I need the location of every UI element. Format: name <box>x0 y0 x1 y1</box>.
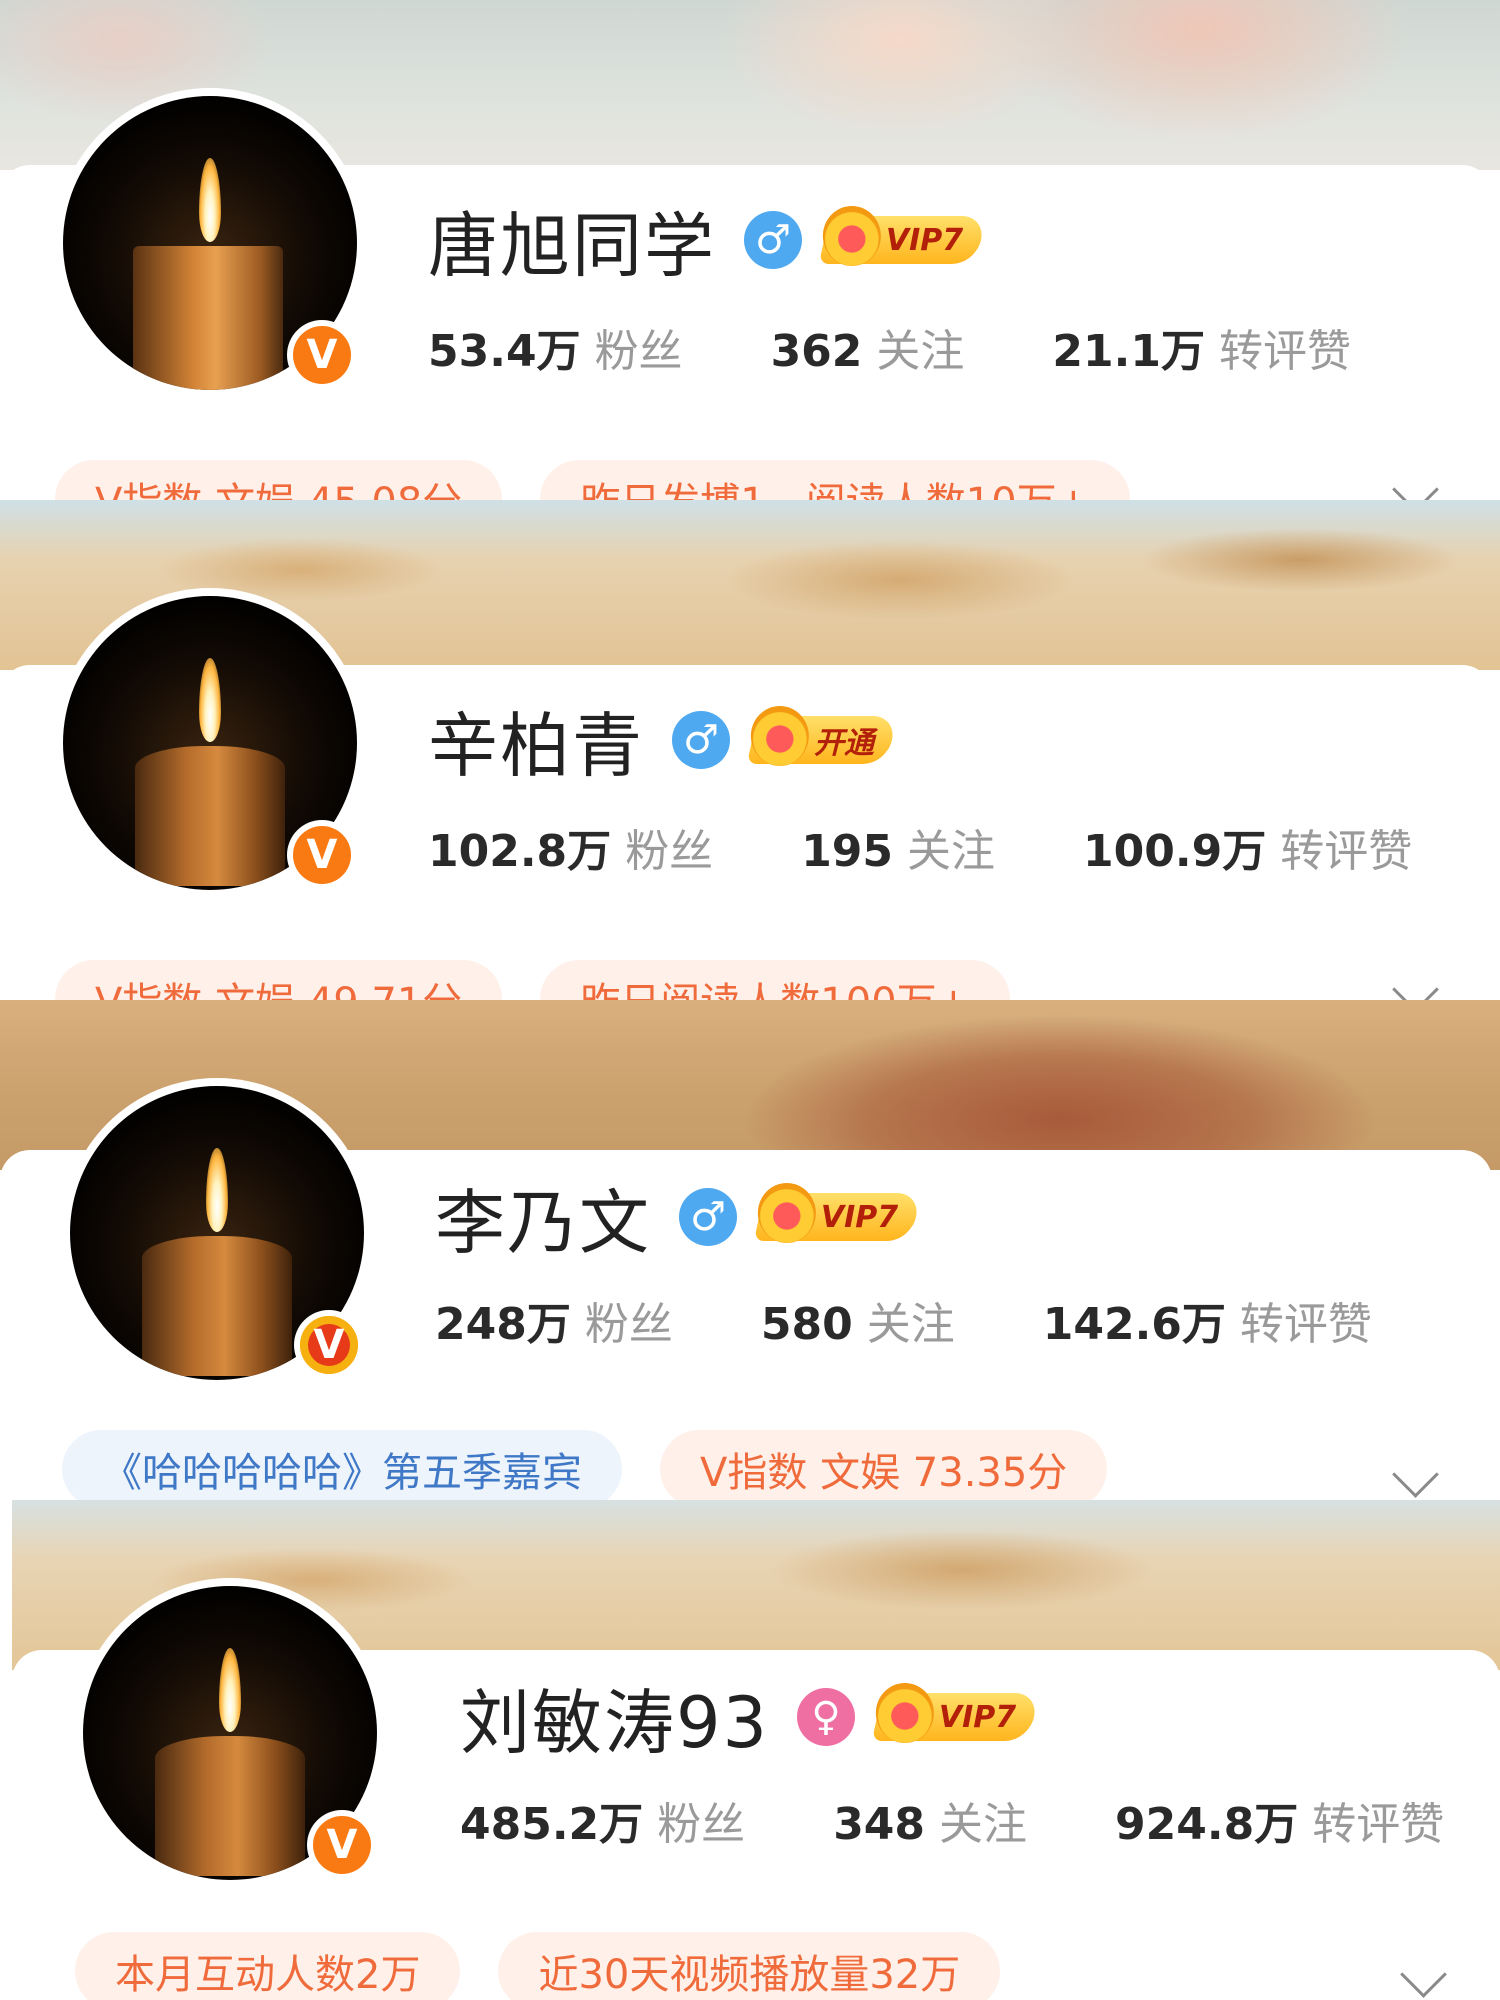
avatar[interactable]: V <box>62 1078 372 1388</box>
profile-name[interactable]: 刘敏涛93 <box>460 1667 769 1768</box>
following-label: 关注 <box>907 826 996 877</box>
chip-v-index[interactable]: V指数 文娱 49.71分 <box>55 960 503 1000</box>
chevron-down-icon[interactable] <box>1392 466 1439 500</box>
chevron-down-icon[interactable] <box>1392 966 1439 1000</box>
interactions-stat[interactable]: 21.1万 转评赞 <box>1052 315 1351 379</box>
profile-name[interactable]: 李乃文 <box>435 1167 651 1268</box>
avatar[interactable]: V <box>55 88 365 398</box>
name-row: 辛柏青 ♂ 开通 <box>428 695 898 787</box>
fans-label: 粉丝 <box>657 1799 746 1850</box>
profile-chips: V指数 文娱 45.08分 昨日发博1，阅读人数10万+ <box>55 460 1131 500</box>
chip-interaction[interactable]: 本月互动人数2万 <box>75 1932 461 2000</box>
profile-name[interactable]: 唐旭同学 <box>428 190 716 291</box>
vip-badge[interactable]: VIP7 <box>818 206 987 266</box>
chevron-down-icon[interactable] <box>1400 1951 1447 1998</box>
fans-count: 485.2万 <box>460 1799 644 1850</box>
fans-count: 102.8万 <box>428 826 612 877</box>
following-stat[interactable]: 580 关注 <box>761 1288 955 1352</box>
interactions-label: 转评赞 <box>1312 1799 1445 1850</box>
fans-stat[interactable]: 102.8万 粉丝 <box>428 815 713 879</box>
interactions-stat[interactable]: 142.6万 转评赞 <box>1043 1288 1372 1352</box>
fans-count: 248万 <box>435 1299 571 1350</box>
following-count: 580 <box>760 1299 853 1350</box>
following-stat[interactable]: 195 关注 <box>801 815 995 879</box>
fans-count: 53.4万 <box>428 326 581 377</box>
crown-icon <box>822 206 881 266</box>
chip-activity[interactable]: 昨日阅读人数100万+ <box>540 960 1011 1000</box>
verified-v-icon: V <box>287 820 357 890</box>
fans-stat[interactable]: 248万 粉丝 <box>435 1288 673 1352</box>
avatar[interactable]: V <box>75 1578 385 1888</box>
profile-card-4: 刘敏涛93 ♀ VIP7 485.2万 粉丝 348 关注 924.8万 转评赞 本月… <box>0 1500 1500 2000</box>
profile-card-3: 李乃文 ♂ VIP7 248万 粉丝 580 关注 142.6万 转评赞 《哈哈哈哈哈… <box>0 1000 1500 1500</box>
chip-video-views[interactable]: 近30天视频播放量32万 <box>498 1932 1001 2000</box>
chip-show-guest[interactable]: 《哈哈哈哈哈》第五季嘉宾 <box>62 1430 622 1500</box>
following-label: 关注 <box>866 1299 955 1350</box>
interactions-count: 924.8万 <box>1115 1799 1299 1850</box>
male-icon: ♂ <box>672 711 730 769</box>
chevron-down-icon[interactable] <box>1392 1451 1439 1498</box>
name-row: 李乃文 ♂ VIP7 <box>435 1172 922 1264</box>
fans-label: 粉丝 <box>625 826 714 877</box>
verified-v-icon: V <box>287 320 357 390</box>
interactions-label: 转评赞 <box>1218 326 1351 377</box>
profile-name[interactable]: 辛柏青 <box>428 690 644 791</box>
fans-stat[interactable]: 485.2万 粉丝 <box>460 1788 745 1852</box>
following-count: 195 <box>801 826 894 877</box>
following-stat[interactable]: 348 关注 <box>833 1788 1027 1852</box>
chip-v-index[interactable]: V指数 文娱 45.08分 <box>55 460 503 500</box>
vip-open-badge[interactable]: 开通 <box>746 706 898 766</box>
vip-badge[interactable]: VIP7 <box>871 1683 1040 1743</box>
fans-stat[interactable]: 53.4万 粉丝 <box>428 315 683 379</box>
profile-stats: 102.8万 粉丝 195 关注 100.9万 转评赞 <box>428 815 1412 877</box>
profile-chips: V指数 文娱 49.71分 昨日阅读人数100万+ <box>55 960 1011 1000</box>
name-row: 刘敏涛93 ♀ VIP7 <box>460 1672 1040 1764</box>
male-icon: ♂ <box>679 1188 737 1246</box>
profile-chips: 本月互动人数2万 近30天视频播放量32万 <box>75 1932 1001 2000</box>
profile-stats: 53.4万 粉丝 362 关注 21.1万 转评赞 <box>428 315 1351 377</box>
fans-label: 粉丝 <box>594 326 683 377</box>
interactions-count: 21.1万 <box>1052 326 1205 377</box>
interactions-label: 转评赞 <box>1280 826 1413 877</box>
fans-label: 粉丝 <box>584 1299 673 1350</box>
name-row: 唐旭同学 ♂ VIP7 <box>428 195 987 287</box>
following-label: 关注 <box>876 326 965 377</box>
female-icon: ♀ <box>797 1688 856 1746</box>
profile-stats: 248万 粉丝 580 关注 142.6万 转评赞 <box>435 1288 1372 1350</box>
interactions-stat[interactable]: 924.8万 转评赞 <box>1115 1788 1444 1852</box>
interactions-label: 转评赞 <box>1239 1299 1372 1350</box>
profile-card-1: 唐旭同学 ♂ VIP7 53.4万粉丝 362 关注 21.1万转评赞 V指数 文… <box>0 0 1500 500</box>
interactions-count: 142.6万 <box>1042 1299 1226 1350</box>
interactions-count: 100.9万 <box>1083 826 1267 877</box>
crown-icon <box>875 1683 934 1743</box>
following-stat[interactable]: 362 关注 <box>771 315 965 379</box>
following-count: 348 <box>833 1799 926 1850</box>
following-label: 关注 <box>939 1799 1028 1850</box>
chip-v-index[interactable]: V指数 文娱 73.35分 <box>660 1430 1108 1500</box>
profile-card-2: 辛柏青 ♂ 开通 102.8万粉丝 195 关注 100.9万转评赞 V指数 文娱… <box>0 500 1500 1000</box>
vip-badge[interactable]: VIP7 <box>753 1183 922 1243</box>
chip-activity[interactable]: 昨日发博1，阅读人数10万+ <box>540 460 1131 500</box>
verified-v-icon: V <box>307 1810 377 1880</box>
crown-icon <box>757 1183 816 1243</box>
crown-icon <box>750 706 809 766</box>
interactions-stat[interactable]: 100.9万 转评赞 <box>1083 815 1412 879</box>
male-icon: ♂ <box>744 211 802 269</box>
verified-v-icon: V <box>294 1310 364 1380</box>
avatar[interactable]: V <box>55 588 365 898</box>
profile-stats: 485.2万 粉丝 348 关注 924.8万 转评赞 <box>460 1788 1444 1850</box>
following-count: 362 <box>770 326 863 377</box>
profile-chips: 《哈哈哈哈哈》第五季嘉宾 V指数 文娱 73.35分 <box>62 1430 1108 1500</box>
